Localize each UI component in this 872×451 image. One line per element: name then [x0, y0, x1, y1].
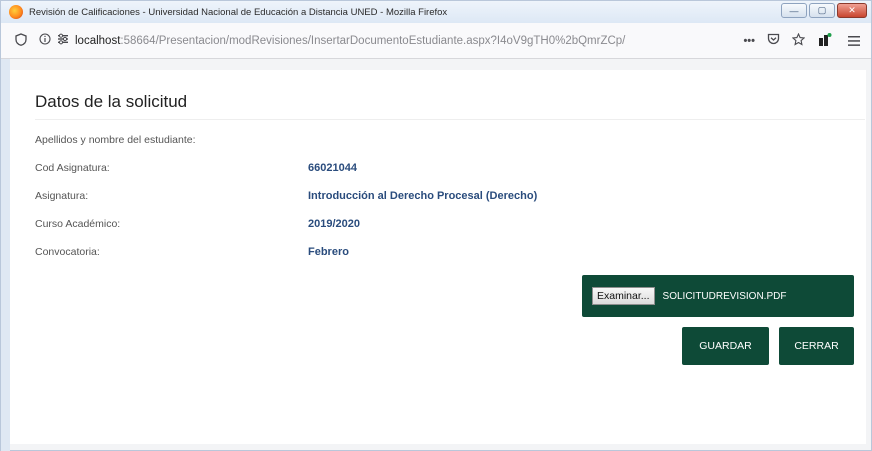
student-name-label: Apellidos y nombre del estudiante: [35, 134, 196, 146]
toolbar-right [817, 32, 861, 53]
exam-session-value: Febrero [308, 246, 349, 258]
permissions-icon[interactable] [57, 33, 69, 48]
url-host: localhost [75, 34, 121, 47]
academic-year-label: Curso Académico: [35, 218, 121, 230]
page-actions-icon[interactable]: ••• [743, 35, 755, 47]
close-window-button[interactable]: ✕ [837, 3, 867, 18]
subject-value: Introducción al Derecho Procesal (Derech… [308, 190, 538, 202]
shield-icon[interactable] [15, 32, 27, 49]
bookmark-star-icon[interactable] [791, 32, 806, 49]
window-controls: — ▢ ✕ [781, 3, 867, 18]
exam-session-label: Convocatoria: [35, 246, 100, 258]
menu-icon[interactable] [847, 34, 861, 52]
browse-button[interactable]: Examinar... [592, 287, 655, 305]
close-button[interactable]: CERRAR [779, 327, 854, 365]
academic-year-value: 2019/2020 [308, 218, 360, 230]
extensions-icon[interactable] [817, 32, 833, 53]
browser-window: Revisión de Calificaciones - Universidad… [0, 0, 872, 451]
pocket-icon[interactable] [767, 33, 780, 48]
file-upload: Examinar... SOLICITUDREVISION.PDF [582, 275, 854, 317]
minimize-button[interactable]: — [781, 3, 807, 18]
page-title: Datos de la solicitud [35, 92, 188, 111]
maximize-button[interactable]: ▢ [809, 3, 835, 18]
url-bar[interactable]: localhost:58664/Presentacion/modRevision… [5, 27, 806, 54]
url-path: :58664/Presentacion/modRevisiones/Insert… [120, 34, 626, 47]
course-code-value: 66021044 [308, 162, 357, 174]
title-bar: Revisión de Calificaciones - Universidad… [1, 1, 871, 23]
navigation-bar: localhost:58664/Presentacion/modRevision… [1, 23, 871, 59]
selected-file-name: SOLICITUDREVISION.PDF [662, 290, 787, 302]
url-text[interactable]: localhost:58664/Presentacion/modRevision… [75, 35, 733, 47]
subject-label: Asignatura: [35, 190, 89, 202]
page-content: Datos de la solicitud Apellidos y nombre… [10, 70, 866, 444]
course-code-label: Cod Asignatura: [35, 162, 110, 174]
firefox-logo-icon [9, 5, 23, 19]
info-icon[interactable] [39, 33, 51, 48]
save-button[interactable]: GUARDAR [682, 327, 769, 365]
title-divider [35, 119, 865, 120]
window-title: Revisión de Calificaciones - Universidad… [29, 6, 448, 18]
left-border [1, 59, 10, 451]
